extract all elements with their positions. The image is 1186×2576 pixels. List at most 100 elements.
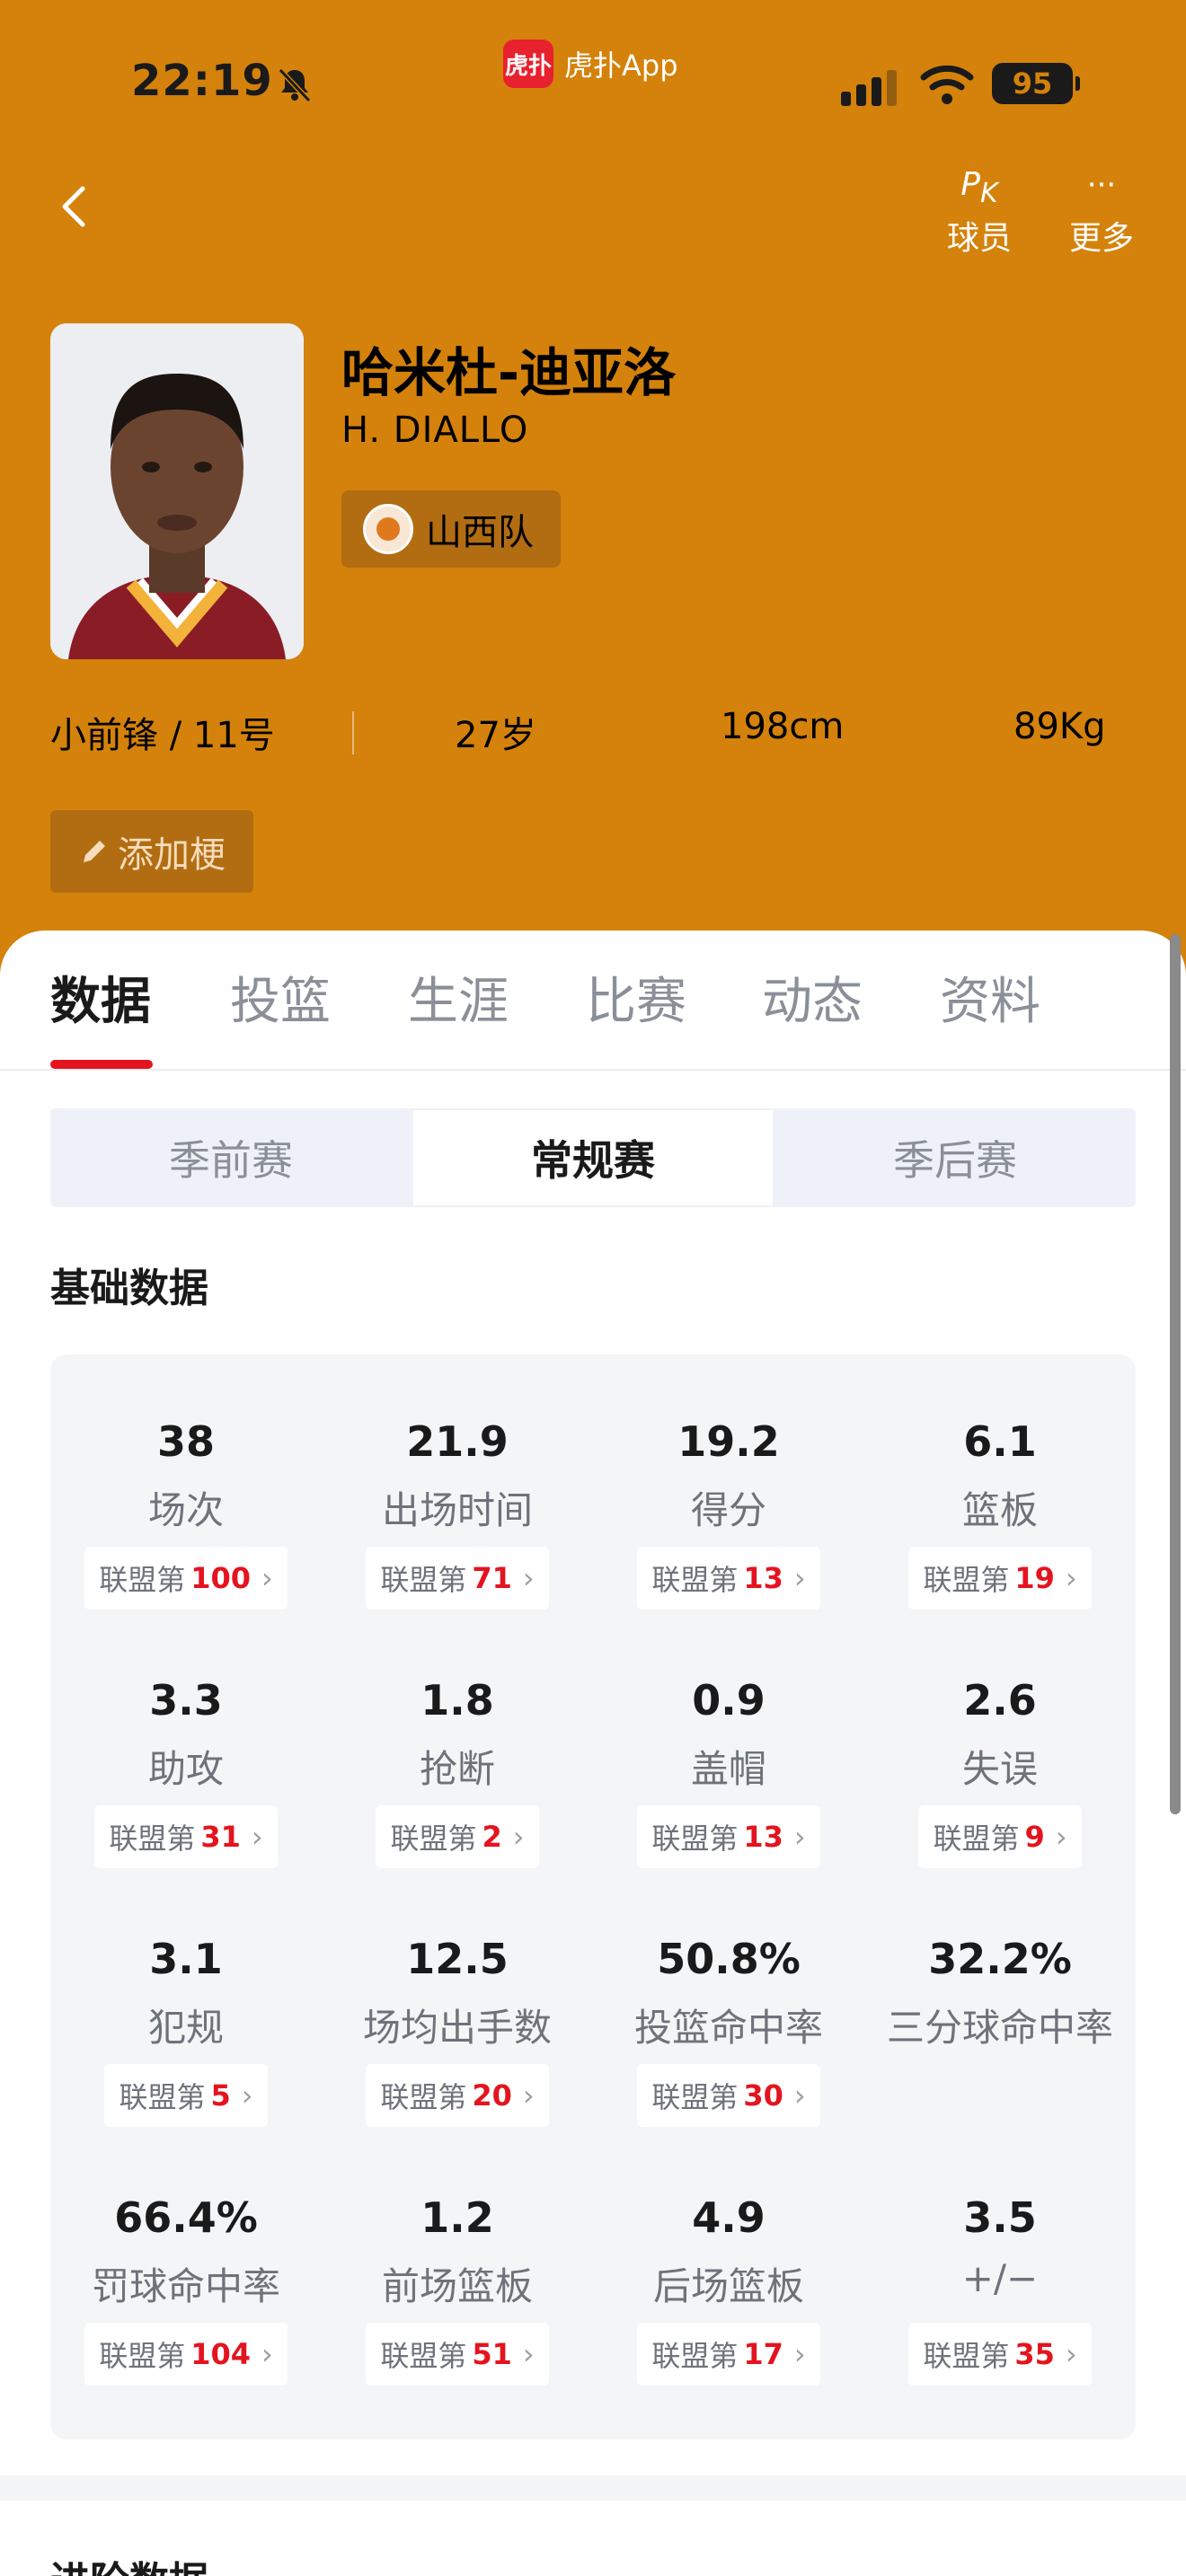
tab-career[interactable]: 生涯 xyxy=(408,961,509,1034)
tab-profile[interactable]: 资料 xyxy=(940,961,1040,1034)
stat-cell: 38 场次 联盟第 100 › xyxy=(50,1417,322,1610)
stat-value: 3.1 xyxy=(149,1935,223,1983)
chevron-right-icon: › xyxy=(522,1561,535,1595)
stat-cell: 3.5 +/− 联盟第 35 › xyxy=(864,2193,1136,2386)
league-rank-chip[interactable]: 联盟第 35 › xyxy=(908,2323,1092,2386)
stat-label: 失误 xyxy=(961,1747,1038,1791)
tab-stats[interactable]: 数据 xyxy=(50,961,151,1034)
stat-value: 4.9 xyxy=(692,2193,766,2242)
league-rank-chip[interactable]: 联盟第 20 › xyxy=(366,2064,549,2127)
basic-stats-panel: 38 场次 联盟第 100 › 21.9 出场时间 联盟第 71 › 19.2 得分 联盟第 13 › 6.1… xyxy=(50,1354,1136,2439)
league-rank-chip[interactable]: 联盟第 17 › xyxy=(637,2323,820,2386)
stat-value: 0.9 xyxy=(692,1676,766,1725)
rank-prefix: 联盟第 xyxy=(933,1822,1020,1856)
stat-label: 出场时间 xyxy=(381,1488,533,1532)
tab-shooting[interactable]: 投篮 xyxy=(230,961,331,1034)
rank-number: 17 xyxy=(743,2337,783,2371)
stat-value: 3.5 xyxy=(963,2193,1037,2242)
app-return-badge[interactable]: 虎扑 虎扑App xyxy=(503,40,678,88)
league-rank-chip[interactable]: 联盟第 100 › xyxy=(84,1547,288,1610)
stat-label: 场均出手数 xyxy=(362,2006,552,2050)
league-rank-chip[interactable]: 联盟第 13 › xyxy=(637,1547,820,1610)
chevron-right-icon: › xyxy=(522,2078,535,2113)
player-avatar xyxy=(50,323,304,659)
tab-feed[interactable]: 动态 xyxy=(762,961,863,1034)
season-regular[interactable]: 常规赛 xyxy=(412,1108,774,1207)
stat-value: 21.9 xyxy=(406,1417,509,1466)
stat-value: 1.2 xyxy=(420,2193,494,2242)
rank-number: 13 xyxy=(743,1820,783,1854)
team-logo-icon xyxy=(363,504,413,554)
rank-prefix: 联盟第 xyxy=(119,2080,206,2114)
rank-prefix: 联盟第 xyxy=(380,2080,467,2114)
pk-player-button[interactable]: PK 球员 xyxy=(934,158,1024,259)
stat-label: 助攻 xyxy=(147,1747,224,1791)
chevron-right-icon: › xyxy=(1065,2337,1077,2371)
stat-label: 篮板 xyxy=(961,1488,1038,1532)
stat-value: 2.6 xyxy=(963,1676,1037,1725)
player-name-cn: 哈米杜-迪亚洛 xyxy=(341,342,677,403)
rank-number: 31 xyxy=(200,1820,241,1854)
rank-number: 13 xyxy=(743,1561,783,1595)
league-rank-chip[interactable]: 联盟第 51 › xyxy=(366,2323,549,2386)
stat-label: 盖帽 xyxy=(690,1747,766,1791)
league-rank-chip[interactable]: 联盟第 19 › xyxy=(908,1547,1092,1610)
stat-cell: 21.9 出场时间 联盟第 71 › xyxy=(322,1417,593,1610)
stat-cell: 4.9 后场篮板联盟第 17 › xyxy=(593,2193,864,2386)
chevron-right-icon: › xyxy=(522,2337,535,2371)
league-rank-chip[interactable]: 联盟第 13 › xyxy=(637,1805,820,1868)
cellular-signal-icon xyxy=(841,65,897,106)
chevron-right-icon: › xyxy=(793,2337,806,2371)
info-divider xyxy=(352,711,354,754)
league-rank-chip[interactable]: 联盟第 5 › xyxy=(104,2064,268,2127)
rank-prefix: 联盟第 xyxy=(651,2080,739,2114)
back-chevron-icon[interactable] xyxy=(56,180,92,234)
stat-cell: 1.2 前场篮板联盟第 51 › xyxy=(322,2193,593,2386)
app-name: 虎扑App xyxy=(564,49,678,83)
chevron-right-icon: › xyxy=(793,1561,806,1595)
tab-games[interactable]: 比赛 xyxy=(586,961,686,1034)
stat-cell: 6.1 篮板 联盟第 19 › xyxy=(864,1417,1136,1610)
team-chip[interactable]: 山西队 xyxy=(341,490,561,568)
rank-prefix: 联盟第 xyxy=(390,1822,477,1856)
rank-prefix: 联盟第 xyxy=(651,2339,739,2373)
stat-label: 犯规 xyxy=(147,2006,224,2050)
stat-label: 三分球命中率 xyxy=(886,2006,1113,2050)
season-preseason[interactable]: 季前赛 xyxy=(50,1108,412,1207)
active-tab-indicator xyxy=(50,1060,153,1069)
add-tag-button[interactable]: 添加梗 xyxy=(50,810,253,893)
league-rank-chip[interactable]: 联盟第 9 › xyxy=(918,1805,1082,1868)
battery-indicator: 95 xyxy=(992,63,1080,104)
stat-value: 66.4% xyxy=(114,2193,258,2242)
rank-number: 35 xyxy=(1014,2337,1055,2371)
rank-prefix: 联盟第 xyxy=(380,2339,467,2373)
player-height: 198cm xyxy=(721,706,845,747)
stat-value: 1.8 xyxy=(420,1676,494,1725)
rank-number: 9 xyxy=(1024,1820,1045,1854)
league-rank-chip[interactable]: 联盟第 30 › xyxy=(637,2064,820,2127)
stat-cell: 12.5 场均出手数 联盟第 20 › xyxy=(322,1935,593,2127)
league-rank-chip[interactable]: 联盟第 104 › xyxy=(84,2323,288,2386)
rank-prefix: 联盟第 xyxy=(651,1563,739,1597)
league-rank-chip[interactable]: 联盟第 31 › xyxy=(94,1805,278,1868)
rank-number: 19 xyxy=(1014,1561,1055,1595)
rank-number: 71 xyxy=(472,1561,512,1595)
stat-cell: 50.8% 投篮命中率 联盟第 30 › xyxy=(593,1935,864,2127)
season-playoffs[interactable]: 季后赛 xyxy=(774,1108,1136,1207)
league-rank-chip[interactable]: 联盟第 2 › xyxy=(376,1805,539,1868)
more-button[interactable]: ··· 更多 xyxy=(1057,158,1146,259)
pk-icon: PK xyxy=(960,166,998,210)
pk-label: 球员 xyxy=(946,220,1012,257)
stat-label: +/− xyxy=(961,2256,1039,2300)
status-time: 22:19 xyxy=(131,56,273,106)
rank-number: 30 xyxy=(743,2078,783,2113)
rank-number: 51 xyxy=(472,2337,512,2371)
season-toggle: 季前赛 常规赛 季后赛 xyxy=(50,1108,1136,1207)
stat-label: 前场篮板 xyxy=(381,2264,533,2308)
scrollbar[interactable] xyxy=(1170,934,1181,1814)
rank-number: 100 xyxy=(190,1561,251,1595)
position-number: 小前锋 / 11号 xyxy=(50,715,275,756)
league-rank-chip[interactable]: 联盟第 71 › xyxy=(366,1547,549,1610)
stat-label: 后场篮板 xyxy=(652,2264,804,2308)
stat-label: 得分 xyxy=(690,1488,766,1532)
